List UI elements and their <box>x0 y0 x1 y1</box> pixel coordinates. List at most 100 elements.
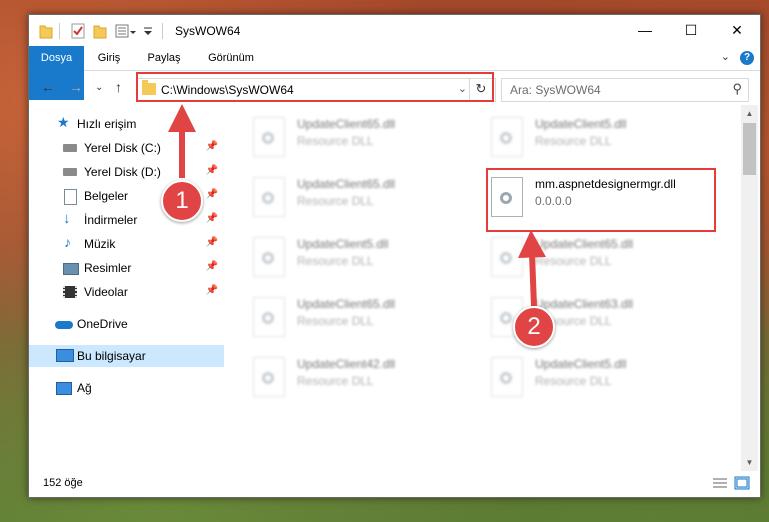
maximize-button[interactable]: ☐ <box>668 15 714 46</box>
file-name: UpdateClient63.dll <box>535 297 634 311</box>
pin-icon[interactable]: 📌 <box>206 237 218 248</box>
file-item[interactable]: UpdateClient42.dll Resource DLL <box>239 349 469 403</box>
file-name: UpdateClient5.dll <box>535 117 627 131</box>
details-view-icon[interactable] <box>712 476 728 490</box>
file-item[interactable]: UpdateClient65.dll Resource DLL <box>239 289 469 343</box>
divider <box>162 23 163 39</box>
sidebar-item-label: Bu bilgisayar <box>77 349 146 363</box>
address-bar-highlight <box>136 72 494 102</box>
drive-icon <box>63 168 77 176</box>
file-item[interactable]: UpdateClient65.dll Resource DLL <box>477 229 707 283</box>
cloud-icon <box>55 321 73 329</box>
file-item[interactable]: UpdateClient5.dll Resource DLL <box>477 109 707 163</box>
dll-file-icon <box>253 177 285 217</box>
file-view: UpdateClient65.dll Resource DLL UpdateCl… <box>239 109 739 469</box>
window-title: SysWOW64 <box>175 24 241 38</box>
pin-icon[interactable]: 📌 <box>206 261 218 272</box>
sidebar-item-network[interactable]: Ağ <box>29 377 224 399</box>
customize-quick-access-icon[interactable] <box>115 23 137 39</box>
dll-file-icon <box>491 117 523 157</box>
file-highlight <box>486 168 716 232</box>
status-bar: 152 öğe <box>29 471 760 497</box>
item-count: 152 öğe <box>43 477 83 489</box>
search-placeholder: Ara: SysWOW64 <box>510 83 601 97</box>
folder-icon <box>39 25 53 39</box>
sidebar-item-local-disk-c[interactable]: Yerel Disk (C:) 📌 <box>29 137 224 159</box>
file-name: UpdateClient65.dll <box>535 237 634 251</box>
sidebar-item-local-disk-d[interactable]: Yerel Disk (D:) 📌 <box>29 161 224 183</box>
sidebar-item-label: Müzik <box>84 237 116 251</box>
ribbon-tabs: Dosya Giriş Paylaş Görünüm ⌄ ? <box>29 46 760 100</box>
sidebar-item-label: Belgeler <box>84 189 129 203</box>
sidebar-item-label: Resimler <box>84 261 132 275</box>
sidebar-item-onedrive[interactable]: OneDrive <box>29 313 224 335</box>
forward-arrow-icon[interactable]: → <box>69 79 83 95</box>
file-item[interactable]: UpdateClient5.dll Resource DLL <box>477 349 707 403</box>
star-icon: ★ <box>57 114 70 130</box>
up-arrow-icon[interactable]: ↑ <box>115 79 122 95</box>
divider <box>59 23 60 39</box>
pin-icon[interactable]: 📌 <box>206 285 218 296</box>
tab-giris[interactable]: Giriş <box>84 46 134 70</box>
sidebar-item-quick-access[interactable]: ★ Hızlı erişim <box>29 113 224 135</box>
sidebar-item-label: Ağ <box>77 381 92 395</box>
pin-icon[interactable]: 📌 <box>206 141 218 152</box>
help-icon[interactable]: ? <box>740 51 754 65</box>
file-item[interactable]: UpdateClient63.dll Resource DLL <box>477 289 707 343</box>
sidebar-item-label: Yerel Disk (D:) <box>84 165 161 179</box>
pin-icon[interactable]: 📌 <box>206 189 218 200</box>
pin-icon[interactable]: 📌 <box>206 213 218 224</box>
file-name: UpdateClient65.dll <box>297 297 396 311</box>
file-name: UpdateClient5.dll <box>297 237 389 251</box>
file-description: Resource DLL <box>535 134 612 148</box>
scrollbar-thumb[interactable] <box>743 123 756 175</box>
sidebar-item-music[interactable]: ♪ Müzik 📌 <box>29 233 224 255</box>
document-icon <box>64 189 77 205</box>
back-arrow-icon[interactable]: ← <box>41 79 55 95</box>
vertical-scrollbar[interactable]: ▲ ▼ <box>741 105 758 471</box>
drive-icon <box>63 144 77 152</box>
callout-badge-2: 2 <box>513 306 555 348</box>
recent-locations-icon[interactable]: ⌄ <box>95 82 103 93</box>
scroll-down-icon[interactable]: ▼ <box>741 458 758 467</box>
large-icons-view-icon[interactable] <box>734 476 750 490</box>
file-description: Resource DLL <box>535 254 612 268</box>
title-bar: SysWOW64 — ☐ ✕ <box>29 15 760 46</box>
search-input[interactable]: Ara: SysWOW64 ⚲ <box>501 78 749 102</box>
pin-icon[interactable]: 📌 <box>206 165 218 176</box>
sidebar-item-pictures[interactable]: Resimler 📌 <box>29 257 224 279</box>
dll-file-icon <box>491 357 523 397</box>
music-icon: ♪ <box>64 234 71 250</box>
tab-paylas[interactable]: Paylaş <box>134 46 194 70</box>
file-description: Resource DLL <box>297 374 374 388</box>
file-name: UpdateClient65.dll <box>297 177 396 191</box>
tab-gorunum[interactable]: Görünüm <box>194 46 268 70</box>
file-item[interactable]: UpdateClient65.dll Resource DLL <box>239 109 469 163</box>
minimize-button[interactable]: — <box>622 15 668 46</box>
expand-ribbon-icon[interactable]: ⌄ <box>721 50 730 63</box>
pictures-icon <box>63 263 79 275</box>
video-icon <box>63 286 77 298</box>
file-description: Resource DLL <box>297 194 374 208</box>
network-icon <box>56 382 72 395</box>
file-item[interactable]: UpdateClient5.dll Resource DLL <box>239 229 469 283</box>
file-item[interactable]: UpdateClient65.dll Resource DLL <box>239 169 469 223</box>
sidebar-item-this-pc[interactable]: Bu bilgisayar <box>29 345 224 367</box>
sidebar-item-label: İndirmeler <box>84 213 138 227</box>
sidebar-item-label: Videolar <box>84 285 128 299</box>
dll-file-icon <box>253 297 285 337</box>
download-icon: ↓ <box>63 210 71 227</box>
close-button[interactable]: ✕ <box>714 15 760 46</box>
dll-file-icon <box>491 237 523 277</box>
sidebar-item-label: OneDrive <box>77 317 128 331</box>
dll-file-icon <box>253 117 285 157</box>
properties-icon[interactable] <box>71 23 85 39</box>
dll-file-icon <box>253 357 285 397</box>
quick-access-dropdown-icon[interactable] <box>143 23 153 39</box>
file-name: UpdateClient42.dll <box>297 357 396 371</box>
new-folder-icon[interactable] <box>93 23 107 39</box>
search-icon: ⚲ <box>732 81 742 96</box>
sidebar-item-videos[interactable]: Videolar 📌 <box>29 281 224 303</box>
sidebar-item-label: Hızlı erişim <box>77 117 137 131</box>
scroll-up-icon[interactable]: ▲ <box>741 109 758 118</box>
